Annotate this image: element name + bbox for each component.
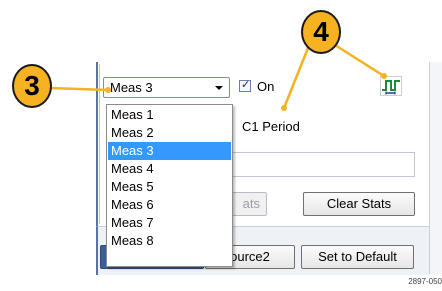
on-label: On	[257, 79, 275, 94]
measurement-select[interactable]: Meas 3	[103, 77, 230, 98]
checkmark-icon: ✓	[241, 79, 251, 91]
measurement-select-value: Meas 3	[110, 80, 153, 95]
callout-4: 4	[301, 10, 341, 54]
period-waveform-icon[interactable]	[380, 76, 402, 96]
on-checkbox[interactable]: ✓	[239, 79, 251, 92]
set-to-default-button[interactable]: Set to Default	[301, 245, 414, 269]
list-item-meas-3[interactable]: Meas 3	[108, 142, 231, 160]
measurement-dropdown-list: Meas 1 Meas 2 Meas 3 Meas 4 Meas 5 Meas …	[106, 104, 233, 267]
clear-stats-button[interactable]: Clear Stats	[303, 192, 415, 216]
list-item-meas-4[interactable]: Meas 4	[108, 160, 231, 178]
chevron-down-icon[interactable]	[215, 86, 223, 90]
list-item-meas-8[interactable]: Meas 8	[108, 232, 231, 250]
panel-right-edge	[429, 62, 442, 274]
list-item-meas-6[interactable]: Meas 6	[108, 196, 231, 214]
figure-id: 2897-050	[408, 277, 442, 286]
measurement-field[interactable]	[225, 152, 415, 177]
callout-3: 3	[12, 64, 52, 108]
list-item-meas-2[interactable]: Meas 2	[108, 124, 231, 142]
list-item-meas-7[interactable]: Meas 7	[108, 214, 231, 232]
list-item-meas-5[interactable]: Meas 5	[108, 178, 231, 196]
measurement-description: C1 Period	[242, 119, 300, 134]
list-item-meas-1[interactable]: Meas 1	[108, 106, 231, 124]
